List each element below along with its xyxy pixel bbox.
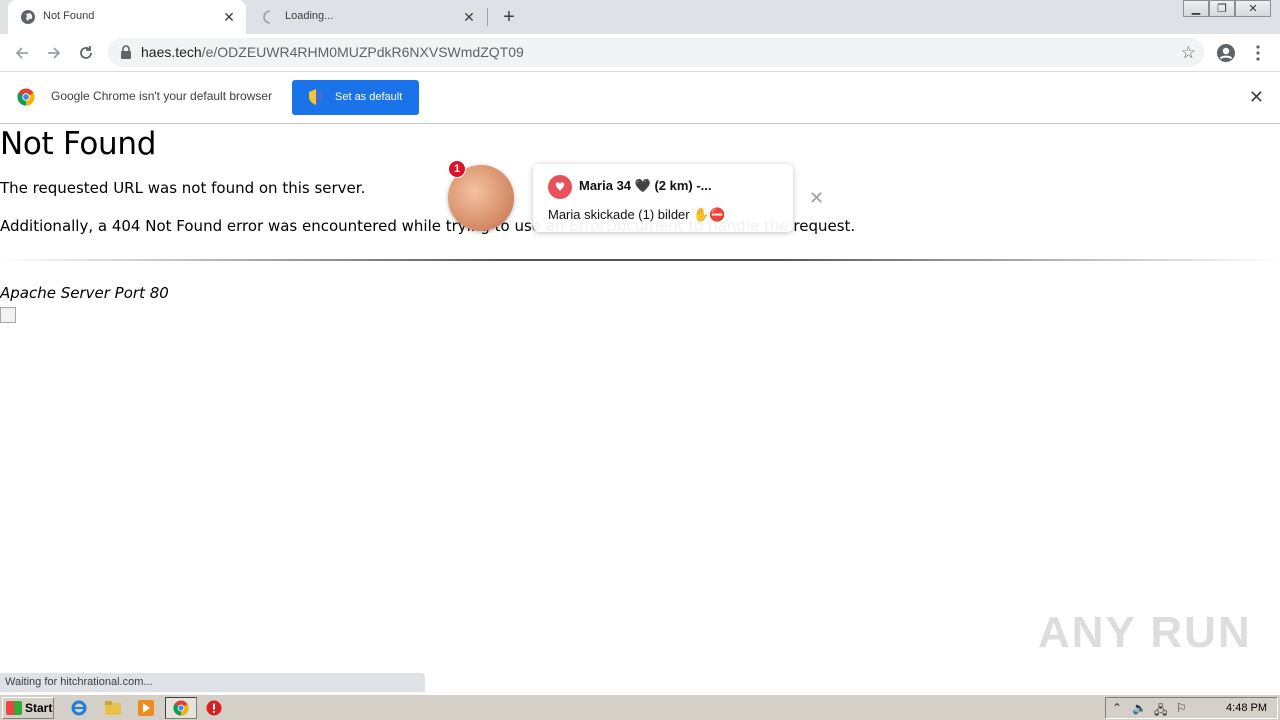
close-window-button[interactable]: ✕: [1235, 0, 1271, 17]
notification-count-badge: 1: [448, 160, 466, 178]
start-button[interactable]: Start: [2, 697, 54, 719]
loading-spinner-icon: [263, 10, 271, 24]
status-bubble: Waiting for hitchrational.com...: [0, 673, 425, 692]
tab-loading[interactable]: Loading... ✕: [250, 0, 486, 34]
file-explorer-icon[interactable]: [104, 699, 122, 717]
account-icon: [1217, 44, 1235, 62]
bookmark-star-icon[interactable]: ☆: [1181, 43, 1196, 63]
tab-strip: Not Found ✕ Loading... ✕ + ▁ ❐ ✕: [0, 0, 1280, 34]
arrow-left-icon: [15, 47, 28, 59]
reload-button[interactable]: [74, 41, 98, 65]
notification-body: Maria skickade (1) bilder ✋⛔: [548, 207, 726, 222]
error-message: The requested URL was not found on this …: [0, 179, 366, 197]
tray-expand-icon[interactable]: ⌃: [1112, 701, 1122, 715]
notification-title: Maria 34 🖤 (2 km) -...: [579, 178, 712, 193]
close-tab-icon[interactable]: ✕: [220, 8, 238, 26]
action-center-flag-icon[interactable]: ⚐: [1176, 701, 1187, 715]
tab-title: Loading...: [285, 10, 334, 22]
page-title: Not Found: [0, 126, 157, 162]
arrow-right-icon: [48, 47, 61, 59]
reload-icon: [80, 46, 92, 59]
notification-popup[interactable]: ♥ Maria 34 🖤 (2 km) -... Maria skickade …: [533, 164, 793, 232]
divider: [0, 259, 1280, 261]
new-tab-button[interactable]: +: [498, 6, 520, 28]
taskbar-clock[interactable]: 4:48 PM: [1226, 702, 1267, 714]
close-infobar-icon[interactable]: ✕: [1249, 87, 1264, 108]
internet-explorer-icon[interactable]: [70, 699, 88, 717]
start-label: Start: [25, 701, 53, 715]
chrome-logo-icon: [17, 88, 35, 106]
menu-button[interactable]: [1246, 41, 1270, 65]
chrome-taskbar-icon: [172, 699, 190, 717]
default-browser-infobar: Google Chrome isn't your default browser…: [0, 72, 1280, 124]
set-as-default-button[interactable]: Set as default: [292, 80, 419, 115]
globe-icon: [21, 10, 35, 24]
volume-icon[interactable]: 🔈: [1132, 701, 1147, 715]
minimize-icon: ▁: [1191, 2, 1201, 15]
heart-icon: ♥: [548, 175, 572, 199]
stop-app-icon[interactable]: [205, 699, 223, 717]
windows-logo-icon: [6, 701, 22, 715]
infobar-message: Google Chrome isn't your default browser: [51, 89, 273, 103]
forward-button[interactable]: [42, 41, 66, 65]
minimize-button[interactable]: ▁: [1183, 0, 1209, 17]
close-tab-icon[interactable]: ✕: [460, 8, 478, 26]
restore-icon: ❐: [1217, 2, 1227, 15]
watermark-logo: ANY RUN: [1038, 608, 1252, 657]
close-icon: ✕: [1248, 2, 1258, 15]
screen: Not Found ✕ Loading... ✕ + ▁ ❐ ✕ haes.te…: [0, 0, 1280, 720]
network-icon[interactable]: 🖧: [1154, 701, 1167, 720]
url-host: haes.tech: [141, 44, 202, 60]
profile-button[interactable]: [1214, 41, 1238, 65]
taskbar: Start ⌃ 🔈 🖧 ⚐ 4:48 PM: [0, 694, 1280, 720]
uac-shield-icon: [309, 89, 323, 105]
back-button[interactable]: [10, 41, 34, 65]
media-player-icon[interactable]: [137, 699, 155, 717]
browser-toolbar: haes.tech/e/ODZEUWR4RHM0MUZPdkR6NXVSWmdZ…: [0, 34, 1280, 72]
tab-title: Not Found: [43, 10, 95, 22]
address-bar[interactable]: haes.tech/e/ODZEUWR4RHM0MUZPdkR6NXVSWmdZ…: [108, 38, 1204, 67]
url-text: haes.tech/e/ODZEUWR4RHM0MUZPdkR6NXVSWmdZ…: [141, 44, 524, 60]
restore-button[interactable]: ❐: [1209, 0, 1235, 17]
system-tray: ⌃ 🔈 🖧 ⚐ 4:48 PM: [1105, 697, 1278, 719]
close-notification-icon[interactable]: ✕: [809, 188, 824, 209]
set-as-default-label: Set as default: [335, 91, 403, 103]
lock-icon: [121, 45, 131, 59]
kebab-menu-icon: [1256, 45, 1260, 61]
broken-image-icon: [0, 307, 16, 323]
tab-separator: [487, 8, 488, 26]
tab-not-found[interactable]: Not Found ✕: [8, 0, 246, 34]
url-path: /e/ODZEUWR4RHM0MUZPdkR6NXVSWmdZQT09: [201, 44, 524, 60]
server-signature: Apache Server Port 80: [0, 284, 169, 302]
